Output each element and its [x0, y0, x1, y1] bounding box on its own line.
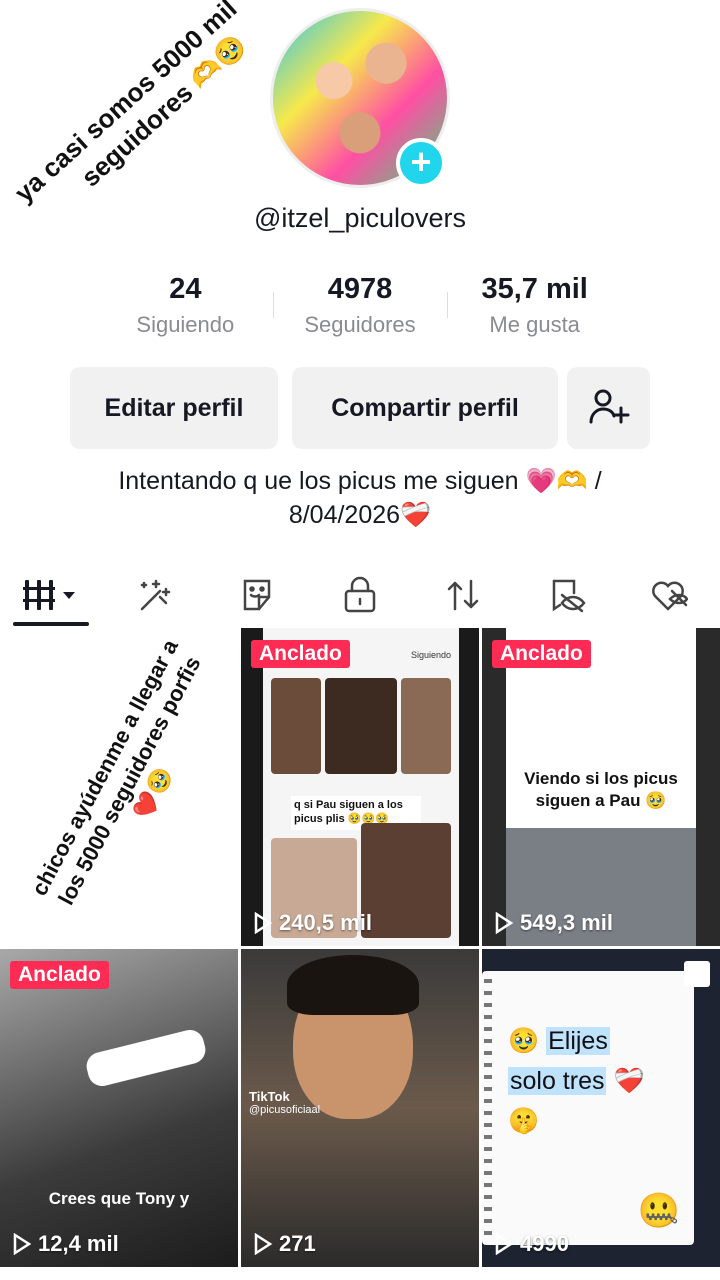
tab-favorites[interactable] [514, 565, 617, 625]
view-count-value: 240,5 mil [279, 910, 372, 935]
profile-tabs [0, 565, 720, 625]
active-tab-indicator [13, 622, 89, 626]
stat-followers[interactable]: 4978 Seguidores [272, 270, 448, 350]
following-label: Siguiendo [136, 312, 235, 337]
overlay-note-line2: seguidores 🫶🥹 [75, 28, 252, 193]
play-icon [495, 912, 514, 934]
video-thumbnail[interactable]: Viendo si los picus siguen a Pau 🥹 Ancla… [482, 628, 720, 946]
profile-bio: Intentando q ue los picus me siguen 💗🫶 /… [0, 464, 720, 532]
tab-private[interactable] [309, 565, 412, 625]
profile-handle: @itzel_piculovers [254, 203, 466, 233]
add-photo-plus-icon[interactable]: + [396, 138, 446, 188]
tab-videos[interactable] [0, 565, 103, 625]
following-count: 24 [169, 273, 202, 305]
bio-line-2: 8/04/2026❤️‍🩹 [288, 501, 432, 529]
tiktok-watermark: TikTok @picusoficiaal [249, 1089, 320, 1116]
screenshot-image: Siguiendo q si Pau siguen a los picus pl… [263, 628, 459, 946]
expand-icon[interactable] [684, 961, 710, 987]
stat-likes[interactable]: 35,7 mil Me gusta [447, 270, 622, 350]
view-count: 12,4 mil [12, 1231, 119, 1257]
highlighted-word: Elijes [546, 1027, 610, 1055]
notebook-rings [484, 979, 492, 1237]
overlay-text: Viendo si los picus siguen a Pau 🥹 [524, 769, 678, 811]
likes-count: 35,7 mil [481, 273, 588, 305]
view-count-value: 12,4 mil [38, 1231, 119, 1256]
play-icon [13, 1233, 32, 1255]
videos-grid-icon [23, 580, 76, 610]
bio-line-1: Intentando q ue los picus me siguen 💗🫶 / [118, 467, 602, 495]
zipper-mouth-emoji: 🤐 [637, 1192, 680, 1230]
tab-liked[interactable] [617, 565, 720, 625]
view-count-value: 549,3 mil [520, 910, 613, 935]
edit-profile-button[interactable]: Editar perfil [70, 367, 278, 449]
sunglasses-image [83, 1026, 209, 1090]
pinned-badge: Anclado [10, 961, 109, 989]
heart-slash-icon [652, 581, 689, 611]
play-icon [495, 1233, 514, 1255]
repost-icon [447, 579, 479, 611]
view-count: 549,3 mil [494, 910, 613, 936]
play-icon [254, 1233, 273, 1255]
video-thumbnail[interactable]: Crees que Tony y Anclado 12,4 mil [0, 949, 238, 1267]
overlay-note: ya casi somos 5000 mil seguidores 🫶🥹 [8, 0, 274, 233]
video-caption: chicos ayúdenme a llegar a los 5000 segu… [26, 635, 206, 909]
stat-following[interactable]: 24 Siguiendo [98, 270, 273, 350]
video-caption: Crees que Tony y [48, 1189, 190, 1208]
followers-count: 4978 [327, 273, 393, 305]
video-thumbnail[interactable]: 🥹 Elijes solo tres ❤️‍🩹 🤫 🤐 4990 [482, 949, 720, 1267]
profile-avatar[interactable]: + [270, 8, 450, 188]
tiktok-watermark-label: TikTok [249, 1089, 290, 1104]
tiktok-watermark-user: @picusoficiaal [249, 1104, 321, 1116]
profile-stats: 24 Siguiendo 4978 Seguidores 35,7 mil Me… [98, 270, 622, 350]
video-thumbnail[interactable]: Siguiendo q si Pau siguen a los picus pl… [241, 628, 479, 946]
notebook-text: 🥹 Elijes solo tres ❤️‍🩹 🤫 [508, 1027, 645, 1135]
view-count: 4990 [494, 1231, 569, 1257]
video-thumbnail[interactable]: chicos ayúdenme a llegar a los 5000 segu… [0, 628, 238, 946]
view-count: 240,5 mil [253, 910, 372, 936]
sparkle-wand-icon [141, 579, 171, 611]
play-icon [254, 912, 273, 934]
add-user-icon [589, 389, 629, 424]
pinned-badge: Anclado [492, 640, 591, 668]
share-profile-button[interactable]: Compartir perfil [292, 367, 558, 449]
add-friend-button[interactable] [567, 367, 650, 449]
view-count-value: 4990 [520, 1231, 569, 1256]
screenshot-image: Viendo si los picus siguen a Pau 🥹 [506, 628, 696, 946]
tab-stickers[interactable] [206, 565, 309, 625]
sticker-icon [243, 579, 271, 611]
lock-icon [344, 576, 376, 613]
video-thumbnail[interactable]: TikTok @picusoficiaal 271 [241, 949, 479, 1267]
person-hair-image [287, 955, 419, 1015]
video-grid: chicos ayúdenme a llegar a los 5000 segu… [0, 628, 720, 1280]
overlay-note-line1: ya casi somos 5000 mil [8, 0, 243, 209]
tab-effects[interactable] [103, 565, 206, 625]
pinned-badge: Anclado [251, 640, 350, 668]
view-count-value: 271 [279, 1231, 316, 1256]
likes-label: Me gusta [489, 312, 580, 337]
tab-reposts[interactable] [411, 565, 514, 625]
notebook-image: 🥹 Elijes solo tres ❤️‍🩹 🤫 🤐 [482, 971, 694, 1245]
highlighted-phrase: solo tres [508, 1067, 607, 1095]
following-pill: Siguiendo [410, 650, 451, 660]
eye-slash-icon [552, 579, 586, 613]
followers-label: Seguidores [304, 312, 416, 337]
view-count: 271 [253, 1231, 316, 1257]
